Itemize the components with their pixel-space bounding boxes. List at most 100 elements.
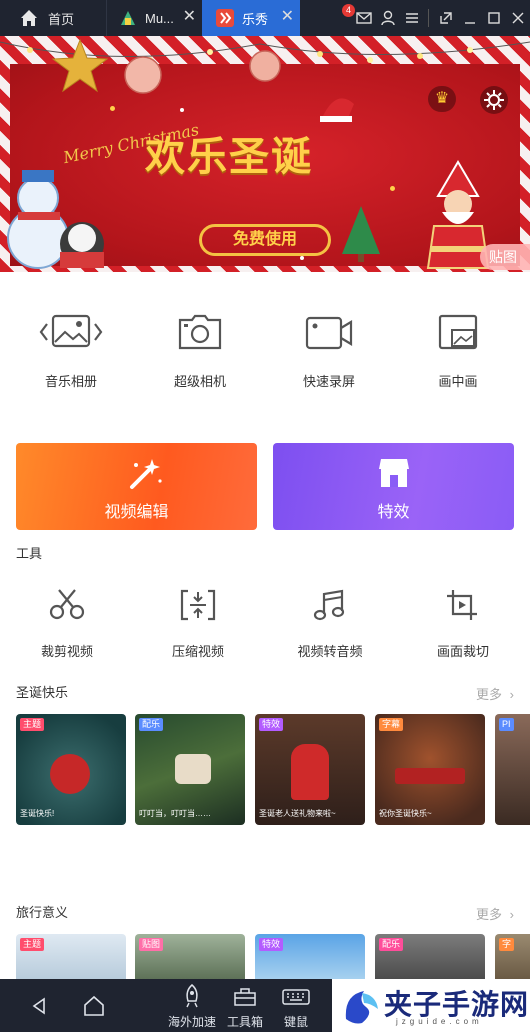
chevron-right-icon: › xyxy=(509,907,514,922)
close-window-icon[interactable] xyxy=(506,0,530,36)
tool-label: 裁剪视频 xyxy=(40,644,93,659)
tools-section-title: 工具 xyxy=(16,546,43,561)
feature-super-camera[interactable]: 超级相机 xyxy=(145,312,255,390)
tool-label: 视频转音频 xyxy=(297,644,363,659)
effects-label: 特效 xyxy=(377,504,410,521)
christmas-card-theme[interactable]: 主题 圣诞快乐! xyxy=(16,714,126,825)
card-caption: 祝你圣诞快乐~ xyxy=(379,809,432,818)
tab-home[interactable]: 首页 xyxy=(0,0,106,36)
christmas-card-effects[interactable]: 特效 圣诞老人送礼物来啦~ xyxy=(255,714,365,825)
sparkle-decoration xyxy=(180,108,184,112)
restore-icon[interactable] xyxy=(434,0,458,36)
snowman-illustration xyxy=(7,170,104,269)
christmas-card-partial[interactable]: PI xyxy=(495,714,530,825)
card-caption: 叮叮当，叮叮当…… xyxy=(139,809,211,818)
travel-card-music[interactable]: 配乐 xyxy=(375,934,485,979)
maximize-icon[interactable] xyxy=(482,0,506,36)
hat-icon xyxy=(320,98,354,122)
card-badge: 主题 xyxy=(20,938,45,951)
card-badge: 字 xyxy=(499,938,515,951)
travel-card-theme[interactable]: 主题 xyxy=(16,934,126,979)
sparkle-decoration xyxy=(110,106,115,111)
banner-title: 欢乐圣诞 xyxy=(145,133,313,180)
nav-toolbox[interactable]: 工具箱 xyxy=(222,979,268,1032)
tab-lexiu-label: 乐秀 xyxy=(242,11,269,27)
bauble-ornament-icon xyxy=(124,56,162,94)
feature-screen-record[interactable]: 快速录屏 xyxy=(274,312,384,390)
card-badge: 特效 xyxy=(259,938,284,951)
photo-album-icon xyxy=(39,314,103,348)
nav-label: 海外加速 xyxy=(167,1015,216,1029)
christmas-more-link[interactable]: 更多 › xyxy=(476,684,514,703)
menu-icon[interactable] xyxy=(400,0,424,36)
card-badge: 贴图 xyxy=(139,938,164,951)
santa-figure-image xyxy=(291,744,329,800)
travel-card-sticker[interactable]: 贴图 xyxy=(135,934,245,979)
camera-icon xyxy=(178,314,222,350)
crop-icon xyxy=(447,590,477,620)
back-icon xyxy=(32,997,45,1015)
travel-more-link[interactable]: 更多 › xyxy=(476,904,514,923)
shop-icon xyxy=(379,459,409,487)
home-icon xyxy=(84,995,104,1016)
effects-button[interactable]: 特效 xyxy=(273,443,514,530)
tool-crop-frame[interactable]: 画面裁切 xyxy=(408,588,518,660)
feature-picture-in-picture[interactable]: 画中画 xyxy=(403,312,513,390)
free-use-button[interactable]: 免费使用 xyxy=(199,224,331,256)
travel-section-title: 旅行意义 xyxy=(16,905,69,920)
lexiu-app-icon xyxy=(216,9,234,27)
tool-label: 画面裁切 xyxy=(436,644,489,659)
scissors-icon xyxy=(49,589,85,620)
keyboard-icon xyxy=(282,989,310,1005)
sticker-tag-button[interactable]: 贴图 xyxy=(480,244,530,270)
christmas-card-subtitle[interactable]: 字幕 祝你圣诞快乐~ xyxy=(375,714,485,825)
tab-home-label: 首页 xyxy=(48,11,75,27)
card-caption: 圣诞老人送礼物来啦~ xyxy=(259,809,336,818)
tab-lexiu[interactable]: 乐秀 ✕ xyxy=(202,0,300,36)
user-icon[interactable] xyxy=(376,0,400,36)
reindeer-ornament-image xyxy=(175,754,211,784)
chevron-right-icon: › xyxy=(509,687,514,702)
nav-back-button[interactable] xyxy=(20,979,60,1032)
music-note-icon xyxy=(313,589,345,621)
home-icon xyxy=(21,10,37,26)
christmas-banner[interactable]: Merry Christmas 欢乐圣诞 免费使用 ♛ 贴图 xyxy=(0,36,530,272)
emulator-tab-bar: 首页 Mu... ✕ 乐秀 ✕ 4 xyxy=(0,0,530,36)
merry-christmas-sign-image xyxy=(395,768,465,784)
feature-music-album[interactable]: 音乐相册 xyxy=(16,312,126,390)
tool-label: 压缩视频 xyxy=(171,644,224,659)
card-badge: 特效 xyxy=(259,718,284,731)
feature-label: 音乐相册 xyxy=(44,374,97,389)
close-icon[interactable]: ✕ xyxy=(281,9,294,25)
tool-compress-video[interactable]: 压缩视频 xyxy=(143,588,253,660)
tool-cut-video[interactable]: 裁剪视频 xyxy=(12,588,122,660)
christmas-tree-icon xyxy=(342,206,380,262)
nav-home-button[interactable] xyxy=(72,979,116,1032)
christmas-card-music[interactable]: 配乐 叮叮当，叮叮当…… xyxy=(135,714,245,825)
mail-icon[interactable] xyxy=(352,0,376,36)
window-controls xyxy=(352,0,530,36)
card-badge: 配乐 xyxy=(139,718,164,731)
star-ornament-icon xyxy=(51,38,109,93)
travel-card-effects[interactable]: 特效 xyxy=(255,934,365,979)
close-icon[interactable]: ✕ xyxy=(183,9,196,25)
crown-vip-icon[interactable]: ♛ xyxy=(428,86,456,112)
rocket-icon xyxy=(186,984,198,1008)
gear-icon[interactable] xyxy=(480,86,508,114)
travel-card-partial[interactable]: 字 xyxy=(495,934,530,979)
tab-mumu[interactable]: Mu... ✕ xyxy=(106,0,202,36)
minimize-icon[interactable] xyxy=(458,0,482,36)
card-caption: 圣诞快乐! xyxy=(20,809,55,818)
picture-in-picture-icon xyxy=(438,314,478,350)
more-label: 更多 xyxy=(476,907,503,922)
more-label: 更多 xyxy=(476,687,503,702)
feature-label: 快速录屏 xyxy=(302,374,355,389)
nav-overseas-accelerate[interactable]: 海外加速 xyxy=(164,979,220,1032)
divider xyxy=(424,0,434,36)
video-edit-button[interactable]: 视频编辑 xyxy=(16,443,257,530)
tab-mumu-label: Mu... xyxy=(145,10,174,26)
tool-video-to-audio[interactable]: 视频转音频 xyxy=(275,588,385,660)
card-badge: 字幕 xyxy=(379,718,404,731)
nav-keyboard-mouse[interactable]: 键鼠 xyxy=(274,979,318,1032)
screen-record-icon xyxy=(305,316,353,350)
